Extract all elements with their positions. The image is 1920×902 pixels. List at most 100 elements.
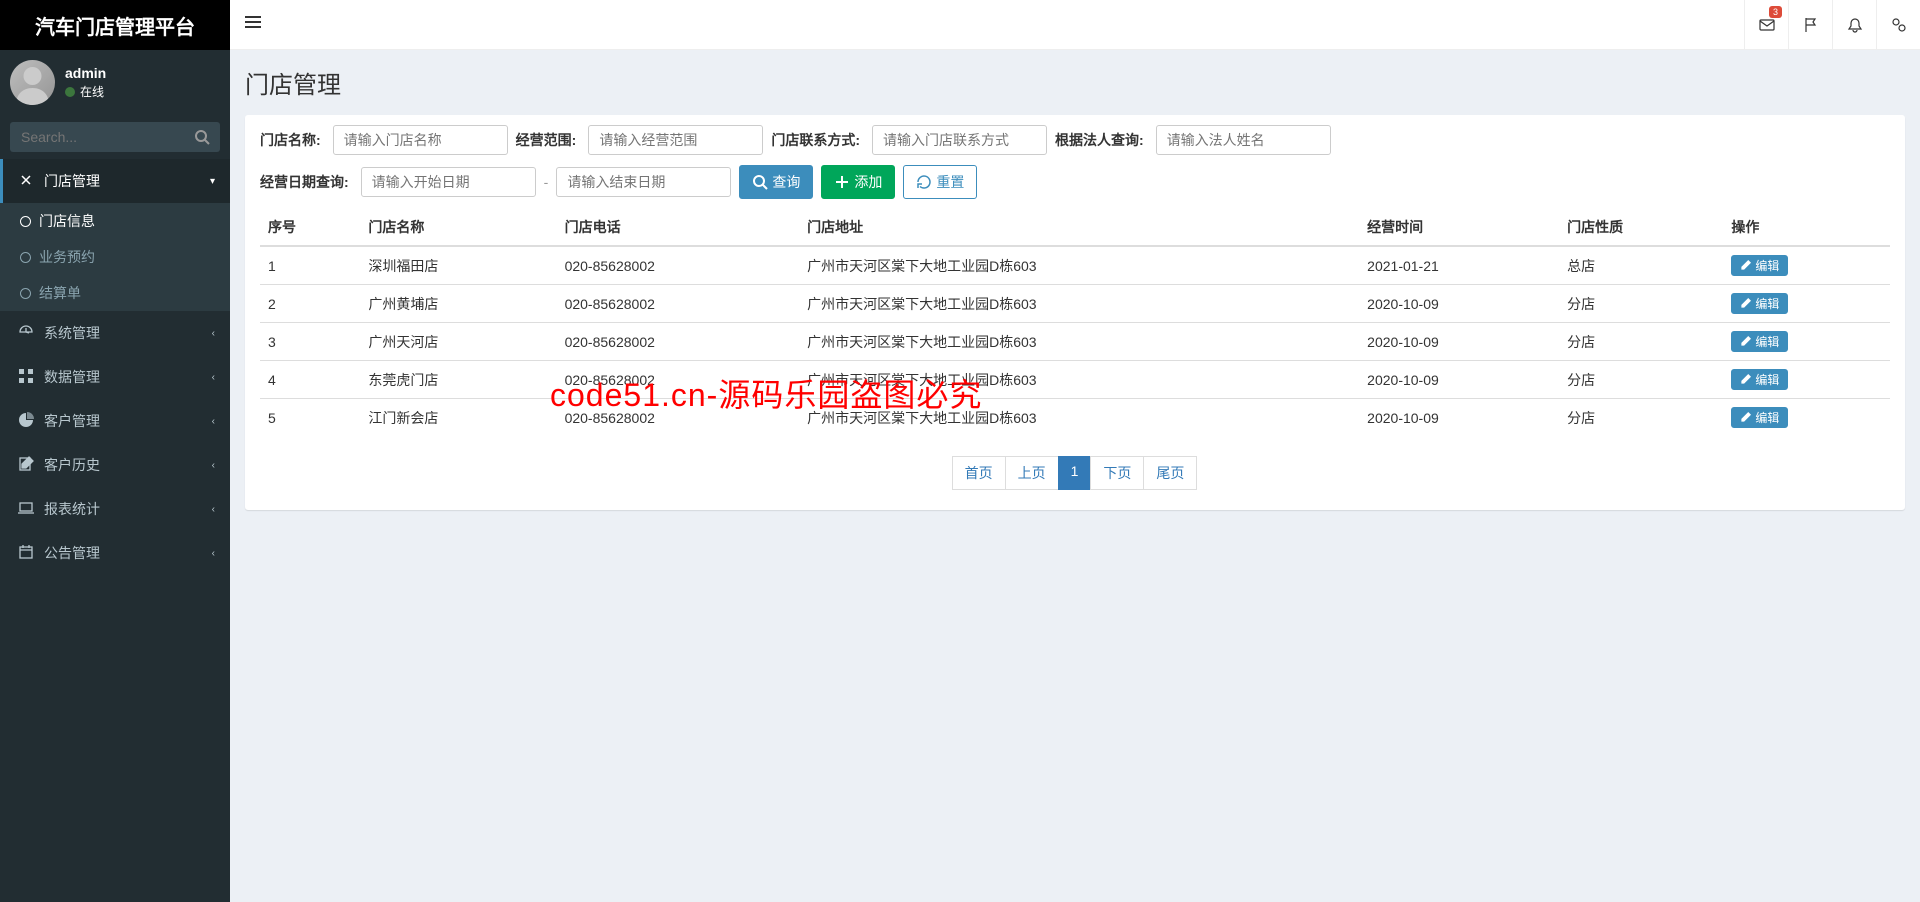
- table-cell-phone: 020-85628002: [557, 285, 800, 323]
- table-cell-no: 3: [260, 323, 360, 361]
- page-current[interactable]: 1: [1058, 456, 1092, 490]
- edit-button[interactable]: 编辑: [1731, 407, 1788, 428]
- sidebar-item-3[interactable]: 客户管理 ‹: [0, 399, 230, 443]
- filter-start-date-input[interactable]: [361, 167, 536, 197]
- page-first[interactable]: 首页: [952, 456, 1006, 490]
- filter-contact-input[interactable]: [872, 125, 1047, 155]
- add-button[interactable]: 添加: [821, 165, 895, 199]
- table-cell-address: 广州市天河区棠下大地工业园D栋603: [799, 246, 1359, 285]
- pencil-icon: [1740, 374, 1751, 385]
- table-cell-name: 深圳福田店: [360, 246, 556, 285]
- page-prev[interactable]: 上页: [1005, 456, 1059, 490]
- sidebar: 汽车门店管理平台 admin 在线 门店管理▾门店信息业务预约结算单系统管理‹数…: [0, 0, 230, 902]
- table-cell-address: 广州市天河区棠下大地工业园D栋603: [799, 361, 1359, 399]
- sidebar-item-0[interactable]: 门店管理▾: [0, 159, 230, 203]
- table-header: 门店性质: [1559, 209, 1723, 246]
- search-icon[interactable]: [194, 129, 210, 148]
- chevron-left-icon: ‹: [212, 416, 215, 427]
- sidebar-item-5[interactable]: 报表统计‹: [0, 487, 230, 531]
- status-dot-icon: [65, 87, 75, 97]
- joomla-icon: [18, 172, 34, 191]
- chevron-left-icon: ‹: [212, 372, 215, 383]
- table-cell-phone: 020-85628002: [557, 246, 800, 285]
- sidebar-item-label: 公告管理: [44, 543, 100, 563]
- sidebar-subitem-0-1[interactable]: 业务预约: [0, 239, 230, 275]
- page-last[interactable]: 尾页: [1143, 456, 1197, 490]
- table-cell-date: 2020-10-09: [1359, 285, 1559, 323]
- table-row: 3广州天河店020-85628002广州市天河区棠下大地工业园D栋6032020…: [260, 323, 1890, 361]
- table-cell-address: 广州市天河区棠下大地工业园D栋603: [799, 323, 1359, 361]
- settings-button[interactable]: [1876, 0, 1920, 50]
- grid-icon: [18, 368, 34, 387]
- table-cell-no: 5: [260, 399, 360, 437]
- date-separator: -: [544, 174, 549, 190]
- user-panel: admin 在线: [0, 50, 230, 115]
- content-box: 门店名称: 经营范围: 门店联系方式: 根据法人查询: 经营日期查询: -: [245, 115, 1905, 510]
- sidebar-subitem-0-0[interactable]: 门店信息: [0, 203, 230, 239]
- pie-icon: [18, 412, 34, 431]
- edit-button[interactable]: 编辑: [1731, 293, 1788, 314]
- table-cell-phone: 020-85628002: [557, 361, 800, 399]
- page-next[interactable]: 下页: [1090, 456, 1144, 490]
- table-cell-type: 总店: [1559, 246, 1723, 285]
- chevron-left-icon: ‹: [212, 504, 215, 515]
- nav-tree: 门店管理▾门店信息业务预约结算单系统管理‹数据管理‹客户管理‹客户历史‹报表统计…: [0, 159, 230, 575]
- sidebar-item-2[interactable]: 数据管理‹: [0, 355, 230, 399]
- edit-button[interactable]: 编辑: [1731, 369, 1788, 390]
- laptop-icon: [18, 500, 34, 519]
- pencil-icon: [1740, 298, 1751, 309]
- nav-toggle-button[interactable]: [230, 14, 276, 35]
- table-cell-address: 广州市天河区棠下大地工业园D栋603: [799, 285, 1359, 323]
- filter-scope-input[interactable]: [588, 125, 763, 155]
- messages-badge: 3: [1769, 6, 1782, 18]
- filter-name-input[interactable]: [333, 125, 508, 155]
- table-header: 序号: [260, 209, 360, 246]
- edit-button[interactable]: 编辑: [1731, 331, 1788, 352]
- sidebar-item-label: 系统管理: [44, 323, 100, 343]
- table-cell-name: 江门新会店: [360, 399, 556, 437]
- sidebar-item-label: 客户管理: [44, 411, 100, 431]
- content-header: 门店管理: [230, 50, 1920, 100]
- query-button[interactable]: 查询: [739, 165, 813, 199]
- table-cell-no: 1: [260, 246, 360, 285]
- sidebar-item-1[interactable]: 系统管理‹: [0, 311, 230, 355]
- table-cell-type: 分店: [1559, 323, 1723, 361]
- table-header: 门店名称: [360, 209, 556, 246]
- chevron-left-icon: ‹: [212, 460, 215, 471]
- filter-end-date-input[interactable]: [556, 167, 731, 197]
- logo-text: 汽车门店管理平台: [35, 11, 195, 40]
- table-cell-name: 广州天河店: [360, 323, 556, 361]
- table-cell-type: 分店: [1559, 399, 1723, 437]
- table-row: 4东莞虎门店020-85628002广州市天河区棠下大地工业园D栋6032020…: [260, 361, 1890, 399]
- edit-icon: [18, 456, 34, 475]
- table-row: 2广州黄埔店020-85628002广州市天河区棠下大地工业园D栋6032020…: [260, 285, 1890, 323]
- messages-button[interactable]: 3: [1744, 0, 1788, 50]
- chevron-down-icon: ▾: [210, 176, 215, 187]
- table-row: 5江门新会店020-85628002广州市天河区棠下大地工业园D栋6032020…: [260, 399, 1890, 437]
- table-cell-no: 2: [260, 285, 360, 323]
- reset-button[interactable]: 重置: [903, 165, 977, 199]
- sidebar-item-4[interactable]: 客户历史‹: [0, 443, 230, 487]
- table-cell-date: 2020-10-09: [1359, 399, 1559, 437]
- table-cell-phone: 020-85628002: [557, 399, 800, 437]
- sidebar-item-6[interactable]: 公告管理 ‹: [0, 531, 230, 575]
- notifications-button[interactable]: [1832, 0, 1876, 50]
- stores-table: 序号门店名称门店电话门店地址经营时间门店性质操作 1深圳福田店020-85628…: [260, 209, 1890, 436]
- table-cell-date: 2021-01-21: [1359, 246, 1559, 285]
- filter-name-label: 门店名称:: [260, 130, 321, 150]
- avatar[interactable]: [10, 60, 55, 105]
- sidebar-subitem-0-2[interactable]: 结算单: [0, 275, 230, 311]
- plus-icon: [834, 174, 850, 190]
- filter-scope-label: 经营范围:: [516, 130, 577, 150]
- filter-legal-input[interactable]: [1156, 125, 1331, 155]
- flag-button[interactable]: [1788, 0, 1832, 50]
- table-cell-address: 广州市天河区棠下大地工业园D栋603: [799, 399, 1359, 437]
- edit-button[interactable]: 编辑: [1731, 255, 1788, 276]
- chevron-left-icon: ‹: [212, 548, 215, 559]
- user-name: admin: [65, 65, 106, 81]
- dashboard-icon: [18, 324, 34, 343]
- table-cell-date: 2020-10-09: [1359, 323, 1559, 361]
- search-input[interactable]: [10, 122, 220, 152]
- filter-row-1: 门店名称: 经营范围: 门店联系方式: 根据法人查询:: [260, 125, 1890, 155]
- logo[interactable]: 汽车门店管理平台: [0, 0, 230, 50]
